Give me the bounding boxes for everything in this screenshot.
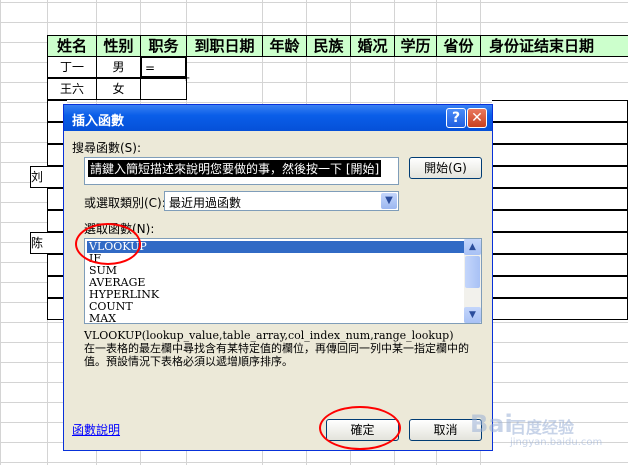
function-list[interactable]: VLOOKUP IF SUM AVERAGE HYPERLINK COUNT M… (84, 238, 482, 324)
watermark-logo-mark: Bai (470, 410, 513, 438)
close-button[interactable]: ✕ (467, 108, 487, 128)
help-button[interactable]: ? (446, 108, 466, 128)
category-value: 最近用過函數 (169, 196, 242, 210)
cell-id-end-date[interactable] (492, 100, 628, 122)
function-syntax: VLOOKUP(lookup_value,table_array,col_ind… (84, 329, 454, 342)
header-name[interactable]: 姓名 (47, 35, 97, 57)
header-id-end-date[interactable]: 身份证结束日期 (480, 35, 628, 57)
cell-id-end-date[interactable] (492, 166, 628, 188)
cell-id-end-date[interactable] (492, 298, 628, 320)
chevron-down-icon[interactable]: ▼ (381, 193, 397, 209)
function-item[interactable]: MAX (87, 313, 464, 324)
cell-name[interactable]: 丁一 (47, 56, 97, 78)
function-item[interactable]: IF (87, 253, 464, 265)
cell-name[interactable]: 陈 (30, 232, 67, 254)
watermark-logo: Bai 百度经验 jingyan.baidu.com (470, 410, 620, 460)
cell-id-end-date[interactable] (492, 122, 628, 144)
cell-cursor-icon: + (182, 73, 191, 84)
cell-name[interactable]: 刘 (30, 166, 67, 188)
header-education[interactable]: 学历 (394, 35, 437, 57)
header-ethnicity[interactable]: 民族 (306, 35, 351, 57)
cell-id-end-date[interactable] (492, 144, 628, 166)
watermark-url: jingyan.baidu.com (510, 437, 603, 448)
cell-gender[interactable]: 女 (96, 78, 141, 100)
annotation-circle-ok (319, 406, 401, 450)
header-marital[interactable]: 婚况 (350, 35, 395, 57)
function-list-scrollbar[interactable]: ▲ ▼ (464, 239, 481, 323)
cell-job-active[interactable]: = (140, 56, 187, 78)
cell-id-end-date[interactable] (492, 210, 628, 232)
scroll-down-icon[interactable]: ▼ (464, 307, 481, 323)
search-function-text: 請鍵入簡短描述來說明您要做的事，然後按一下 [開始] (88, 160, 382, 177)
dialog-titlebar[interactable]: 插入函數 ? ✕ (64, 105, 492, 131)
header-start-date[interactable]: 到职日期 (186, 35, 263, 57)
search-function-input[interactable]: 請鍵入簡短描述來說明您要做的事，然後按一下 [開始] (84, 157, 399, 185)
function-item-vlookup[interactable]: VLOOKUP (87, 241, 464, 253)
annotation-circle-vlookup (75, 223, 141, 265)
header-age[interactable]: 年龄 (262, 35, 307, 57)
header-job[interactable]: 职务 (140, 35, 187, 57)
function-item[interactable]: COUNT (87, 301, 464, 313)
function-item[interactable]: HYPERLINK (87, 289, 464, 301)
cell-name[interactable]: 王六 (47, 78, 97, 100)
category-select[interactable]: 最近用過函數 ▼ (164, 191, 399, 211)
category-label: 或選取類別(C): (84, 196, 166, 210)
cell-id-end-date[interactable] (492, 254, 628, 276)
scroll-up-icon[interactable]: ▲ (464, 239, 481, 255)
function-description: 在一表格的最左欄中尋找含有某特定值的欄位，再傳回同一列中某一指定欄中的值。預設情… (84, 342, 469, 368)
go-button[interactable]: 開始(G) (409, 157, 482, 179)
watermark-text: 百度经验 (510, 418, 575, 437)
header-province[interactable]: 省份 (436, 35, 481, 57)
help-on-function-link[interactable]: 函數說明 (72, 421, 120, 438)
scroll-thumb[interactable] (465, 256, 480, 288)
cell-id-end-date[interactable] (492, 232, 628, 254)
dialog-title: 插入函數 (72, 114, 125, 129)
search-label: 搜尋函數(S): (72, 141, 142, 155)
cell-job[interactable] (140, 78, 187, 100)
cell-gender[interactable]: 男 (96, 56, 141, 78)
cell-id-end-date[interactable] (492, 276, 628, 298)
cell-id-end-date[interactable] (492, 188, 628, 210)
insert-function-dialog: 插入函數 ? ✕ 搜尋函數(S): 請鍵入簡短描述來說明您要做的事，然後按一下 … (63, 104, 493, 451)
header-gender[interactable]: 性别 (96, 35, 141, 57)
